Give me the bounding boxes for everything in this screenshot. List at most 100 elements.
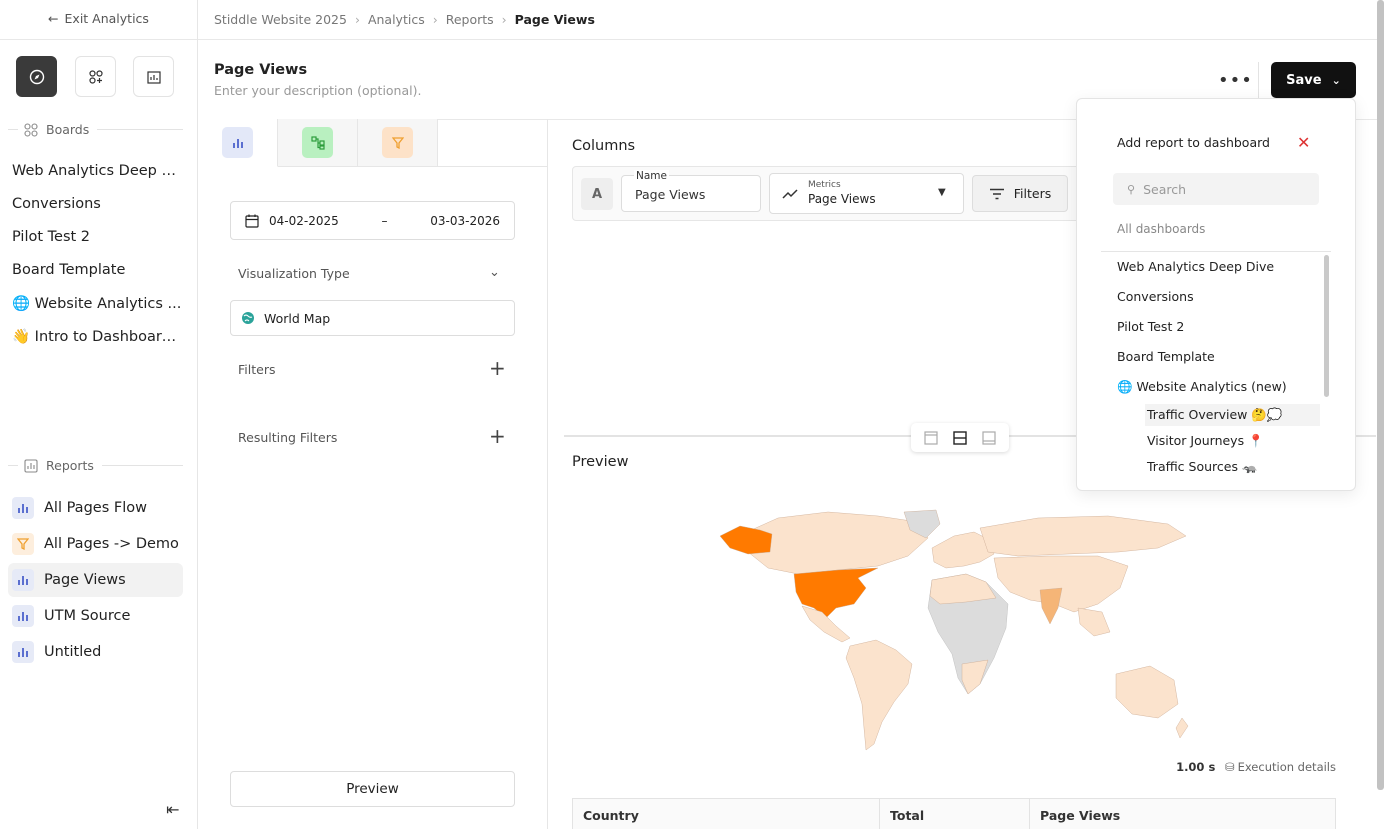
filter-lines-icon [989,188,1004,199]
dashboard-item[interactable]: Conversions [1117,289,1194,304]
chevron-down-icon: ⌄ [1331,73,1341,87]
board-item[interactable]: Pilot Test 2 [12,229,182,245]
tab-flows[interactable] [278,119,358,167]
save-button[interactable]: Save ⌄ [1271,62,1356,98]
divider [1101,251,1331,252]
funnel-icon [382,127,413,158]
dashboard-item[interactable]: Web Analytics Deep Dive [1117,259,1274,274]
layout-split-icon[interactable] [953,430,967,445]
table-header-country[interactable]: Country [573,799,880,829]
dashboard-item[interactable]: Pilot Test 2 [1117,319,1184,334]
tab-funnels[interactable] [358,119,438,167]
bar-chart-icon [12,605,34,627]
explore-button[interactable] [16,56,57,97]
page-scrollbar[interactable] [1377,0,1384,790]
board-item[interactable]: Conversions [12,196,182,212]
collapse-sidebar-icon[interactable]: ⇤ [166,800,179,819]
search-icon: ⚲ [1127,182,1136,196]
caret-down-icon: ▼ [938,187,946,198]
flow-icon [302,127,333,158]
layout-bottom-icon[interactable] [982,430,996,445]
add-filter-icon[interactable]: + [489,356,506,380]
bar-chart-icon [12,497,34,519]
popover-title: Add report to dashboard [1117,135,1270,150]
breadcrumb-item[interactable]: Reports [446,12,494,27]
column-name-field[interactable]: Name Page Views [621,170,761,212]
column-row: A Name Page Views Metrics Page Views ▼ F… [572,166,1092,221]
resulting-filters-label: Resulting Filters [238,430,338,445]
compass-icon [29,69,44,84]
board-add-icon [88,69,103,84]
tab-insights[interactable] [198,119,278,167]
more-options-button[interactable]: ••• [1218,70,1253,91]
metrics-select[interactable]: Metrics Page Views ▼ [769,173,964,214]
columns-header: Columns [572,138,636,154]
dashboard-search-input[interactable]: ⚲ Search [1113,173,1319,205]
divider [0,39,197,40]
filters-label: Filters [238,362,276,377]
report-item[interactable]: Page Views [8,563,183,597]
report-item[interactable]: All Pages Flow [8,491,183,525]
visualization-select[interactable]: World Map [230,300,515,336]
reports-icon [24,458,38,473]
chevron-down-icon[interactable]: ⌄ [489,265,500,280]
date-range-picker[interactable]: 04-02-2025 – 03-03-2026 [230,201,515,240]
exit-analytics-link[interactable]: ← Exit Analytics [0,11,197,26]
dashboard-subitem[interactable]: Traffic Overview 🤔💭 [1145,404,1320,426]
board-item[interactable]: 👋 Intro to Dashboard... [12,328,182,345]
layout-top-icon[interactable] [924,430,938,445]
map-se-asia[interactable] [1077,607,1111,637]
calendar-icon [245,214,259,228]
report-item[interactable]: All Pages -> Demo [8,527,183,561]
map-south-america[interactable] [845,639,913,751]
board-item[interactable]: 🌐 Website Analytics ... [12,295,182,312]
dashboard-subitem[interactable]: Visitor Journeys 📍 [1145,430,1320,452]
divider [1258,62,1259,98]
report-title[interactable]: Page Views [214,62,307,78]
breadcrumb: Stiddle Website 2025 › Analytics › Reports… [214,12,595,27]
execution-info[interactable]: 1.00 s ⛁ Execution details [1160,760,1336,774]
popover-scrollbar[interactable] [1324,255,1329,397]
table-header-page-views[interactable]: Page Views [1030,799,1335,829]
map-australia[interactable] [1115,665,1179,719]
bar-chart-icon [12,641,34,663]
dashboard-item[interactable]: Board Template [1117,349,1215,364]
report-add-icon [146,70,161,84]
map-north-africa[interactable] [929,573,997,605]
database-icon: ⛁ [1224,760,1235,774]
date-start: 04-02-2025 [269,213,339,228]
column-filters-button[interactable]: Filters [972,175,1068,212]
add-report-button[interactable] [133,56,174,97]
board-item[interactable]: Board Template [12,262,182,278]
column-badge: A [581,178,613,210]
add-resulting-filter-icon[interactable]: + [489,424,506,448]
execution-details-link: Execution details [1237,760,1336,774]
bar-chart-icon [12,569,34,591]
arrow-left-icon: ← [48,11,59,26]
dashboard-item[interactable]: 🌐 Website Analytics (new) [1117,379,1287,395]
config-panel: 04-02-2025 – 03-03-2026 Visualization Ty… [198,119,548,829]
preview-button[interactable]: Preview [230,771,515,807]
breadcrumb-item[interactable]: Analytics [368,12,425,27]
map-south-africa[interactable] [961,659,989,695]
table-header-total[interactable]: Total [880,799,1030,829]
report-item[interactable]: Untitled [8,635,183,669]
world-map [719,509,1189,751]
preview-header: Preview [572,454,629,470]
map-new-zealand[interactable] [1175,717,1189,739]
all-dashboards-label: All dashboards [1117,222,1206,236]
execution-time: 1.00 s [1176,760,1216,774]
dashboard-subitem[interactable]: Traffic Sources 🦡 [1145,456,1320,478]
globe-icon [242,312,254,324]
add-board-button[interactable] [75,56,116,97]
board-item[interactable]: Web Analytics Deep D... [12,163,182,179]
map-russia[interactable] [979,515,1187,557]
bar-chart-icon [222,127,253,158]
map-asia[interactable] [993,555,1129,613]
description-input[interactable]: Enter your description (optional). [214,83,421,98]
report-item[interactable]: UTM Source [8,599,183,633]
close-icon[interactable]: ✕ [1297,133,1310,152]
visualization-type-label: Visualization Type [238,266,350,281]
breadcrumb-item[interactable]: Stiddle Website 2025 [214,12,347,27]
results-table-header: Country Total Page Views [572,798,1336,829]
